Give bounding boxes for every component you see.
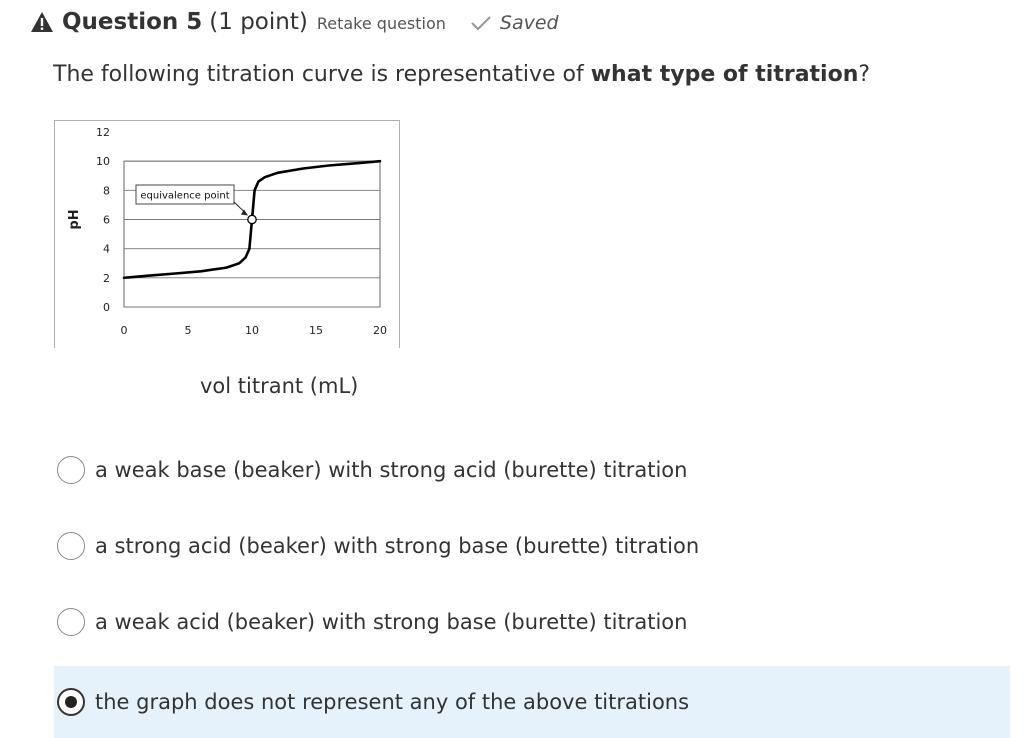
x-tick-label: 20 (373, 324, 387, 337)
option-label: the graph does not represent any of the … (95, 690, 690, 714)
prompt-emphasis: what type of titration (590, 62, 859, 87)
option-label: a weak acid (beaker) with strong base (b… (95, 610, 688, 634)
warning-triangle-icon (31, 12, 53, 32)
question-header: Question 5 (1 point) Retake question Sav… (30, 6, 559, 38)
saved-status: Saved (470, 12, 559, 34)
answer-option-3[interactable]: a weak acid (beaker) with strong base (b… (54, 586, 1010, 658)
radio-button[interactable] (57, 532, 85, 560)
annotation-arrowhead (241, 209, 248, 216)
x-tick-label: 0 (121, 324, 128, 337)
question-title: Question 5 (62, 9, 203, 35)
titration-chart: 0 2 4 6 8 10 12 0 5 10 15 20 pH equivalence point (54, 120, 400, 348)
x-axis-caption: vol titrant (mL) (200, 374, 359, 398)
radio-button[interactable] (57, 688, 85, 716)
titration-chart-svg: 0 2 4 6 8 10 12 0 5 10 15 20 pH equivalence point (54, 120, 400, 348)
y-axis-label: pH (67, 209, 82, 229)
y-tick-label: 2 (103, 272, 110, 285)
y-tick-label: 10 (96, 155, 110, 168)
y-tick-label: 8 (103, 184, 110, 197)
radio-button[interactable] (57, 608, 85, 636)
option-label: a weak base (beaker) with strong acid (b… (95, 458, 688, 482)
radio-button[interactable] (57, 456, 85, 484)
annotation-label: equivalence point (140, 191, 229, 202)
question-points: (1 point) (209, 9, 308, 35)
prompt-end: ? (858, 62, 871, 87)
x-tick-label: 10 (245, 324, 259, 337)
equivalence-point-marker (247, 214, 257, 225)
answer-option-4[interactable]: the graph does not represent any of the … (54, 666, 1010, 738)
checkmark-icon (471, 16, 491, 31)
option-label: a strong acid (beaker) with strong base … (95, 534, 700, 558)
retake-question-link[interactable]: Retake question (317, 14, 446, 33)
prompt-text: The following titration curve is represe… (53, 62, 591, 87)
x-tick-label: 5 (185, 324, 192, 337)
x-tick-label: 15 (309, 324, 323, 337)
y-tick-label: 12 (96, 126, 110, 139)
y-tick-label: 4 (103, 243, 110, 256)
saved-label: Saved (499, 12, 559, 34)
question-prompt: The following titration curve is represe… (53, 62, 870, 87)
answer-option-2[interactable]: a strong acid (beaker) with strong base … (54, 510, 1010, 582)
y-tick-label: 0 (103, 301, 110, 314)
answer-option-1[interactable]: a weak base (beaker) with strong acid (b… (54, 434, 1010, 506)
y-tick-label: 6 (103, 214, 110, 227)
